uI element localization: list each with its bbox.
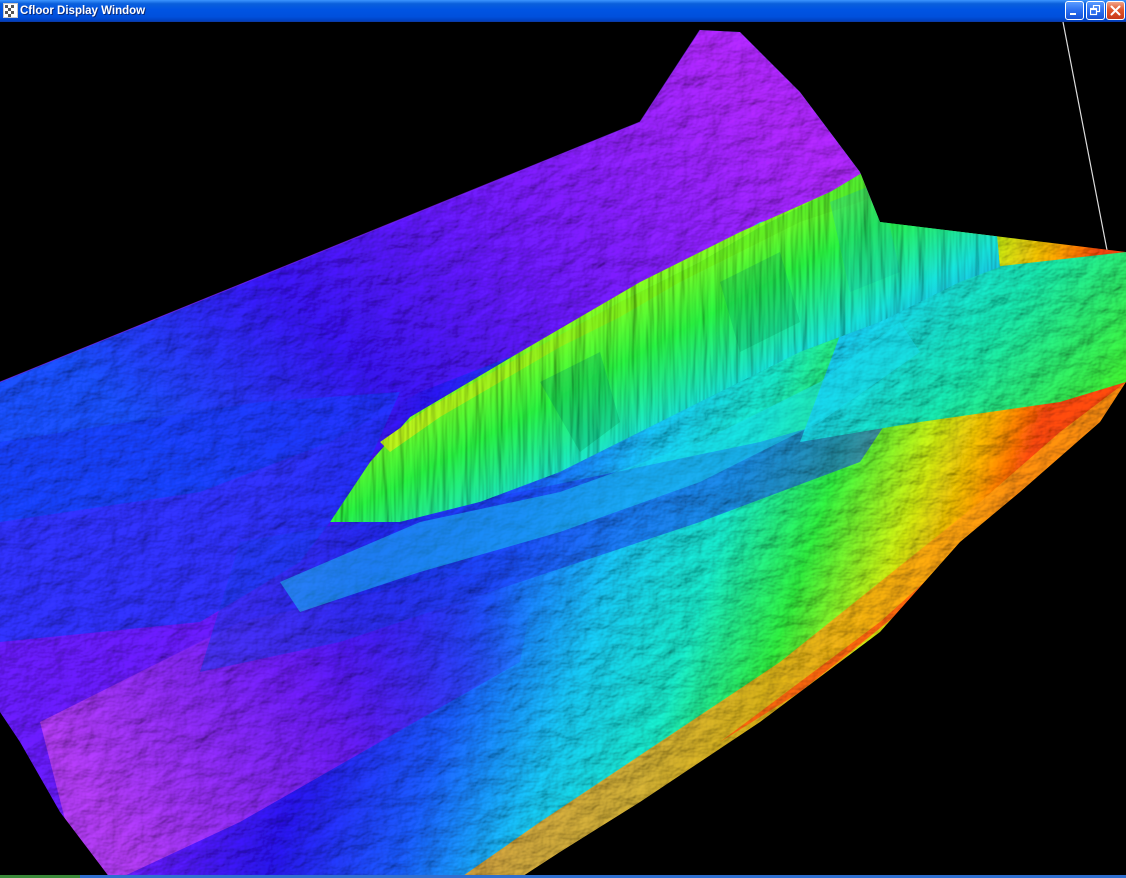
window-title: Cfloor Display Window (20, 5, 146, 17)
cfloor-display-window: Cfloor Display Window (0, 0, 1126, 878)
restore-icon (1090, 5, 1101, 16)
minimize-button[interactable] (1065, 1, 1084, 20)
bathymetry-surface (0, 22, 1126, 878)
close-button[interactable] (1106, 1, 1125, 20)
minimize-icon (1070, 13, 1076, 15)
close-icon (1110, 5, 1121, 16)
3d-render-viewport[interactable] (0, 22, 1126, 878)
title-bar[interactable]: Cfloor Display Window (0, 0, 1126, 22)
restore-button[interactable] (1086, 1, 1105, 20)
app-icon[interactable] (3, 3, 18, 18)
